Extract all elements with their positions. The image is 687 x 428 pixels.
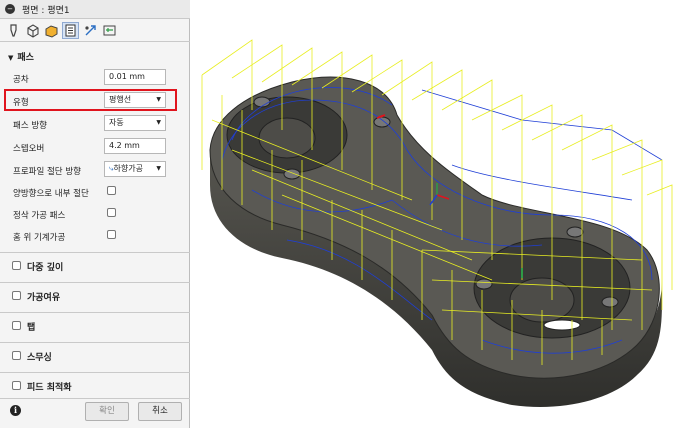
divider [0, 398, 190, 399]
group-feed-optimization[interactable]: 피드 최적화 [0, 373, 190, 399]
stepover-label: 스텝오버 [13, 144, 45, 154]
finishing-checkbox[interactable] [107, 208, 116, 217]
part-model [209, 76, 662, 407]
pass-direction-select[interactable]: 자동 ▼ [104, 115, 166, 131]
ok-button[interactable]: 확인 [85, 402, 129, 421]
group-label: 다중 깊이 [27, 263, 64, 273]
tabs-checkbox[interactable] [12, 321, 21, 330]
tab-tool[interactable] [5, 22, 22, 39]
type-row-highlight [4, 89, 177, 111]
group-tabs[interactable]: 탭 [0, 313, 190, 339]
heights-icon [45, 25, 58, 38]
dialog-title: 평면 : 평면1 [22, 6, 70, 16]
tab-post[interactable] [101, 22, 118, 39]
group-stock-to-leave[interactable]: 가공여유 [0, 283, 190, 309]
passes-section-header[interactable]: ▼ 패스 [0, 50, 190, 63]
group-multiple-depths[interactable]: 다중 깊이 [0, 253, 190, 279]
tab-linking[interactable] [82, 22, 99, 39]
tab-heights[interactable] [43, 22, 60, 39]
group-label: 가공여유 [27, 293, 61, 303]
stock-to-leave-checkbox[interactable] [12, 291, 21, 300]
profile-cut-label: 프로파일 절단 방향 [13, 167, 81, 177]
stepover-input[interactable]: 4.2 mm [104, 138, 166, 154]
multiple-depths-checkbox[interactable] [12, 261, 21, 270]
both-ways-label: 양방향으로 내부 절단 [13, 189, 89, 199]
caret-down-icon: ▼ [8, 54, 14, 62]
group-label: 탭 [27, 323, 36, 333]
machine-top-label: 홈 위 기계가공 [13, 233, 66, 243]
dropdown-arrow-icon: ▼ [156, 165, 161, 172]
feed-optimization-checkbox[interactable] [12, 381, 21, 390]
group-label: 스무싱 [27, 353, 52, 363]
tolerance-input[interactable]: 0.01 mm [104, 69, 166, 85]
pass-direction-label: 패스 방향 [13, 121, 47, 131]
dialog-titlebar: − 평면 : 평면1 [0, 0, 190, 19]
3d-viewport[interactable] [192, 0, 687, 428]
operation-dialog: − 평면 : 평면1 ▼ 패스 공차 0.01 mm 유형 평행선 ▼ 패스 방향 … [0, 0, 190, 428]
group-label: 피드 최적화 [27, 383, 72, 393]
smoothing-checkbox[interactable] [12, 351, 21, 360]
dropdown-arrow-icon: ▼ [156, 119, 161, 126]
passes-icon [65, 24, 76, 37]
profile-cut-select[interactable]: ⤷하향가공 ▼ [104, 161, 166, 177]
info-icon[interactable]: i [10, 405, 21, 416]
machine-top-checkbox[interactable] [107, 230, 116, 239]
tool-icon [10, 24, 17, 37]
tolerance-label: 공차 [13, 75, 29, 85]
cancel-button[interactable]: 취소 [138, 402, 182, 421]
linking-icon [85, 25, 96, 36]
dialog-tabs [0, 20, 190, 42]
tab-passes[interactable] [62, 22, 79, 39]
geometry-icon [27, 24, 39, 38]
finishing-label: 정삭 가공 패스 [13, 211, 66, 221]
collapse-icon[interactable]: − [5, 4, 15, 14]
group-smoothing[interactable]: 스무싱 [0, 343, 190, 369]
post-icon [103, 25, 116, 36]
both-ways-checkbox[interactable] [107, 186, 116, 195]
tab-geometry[interactable] [24, 22, 41, 39]
